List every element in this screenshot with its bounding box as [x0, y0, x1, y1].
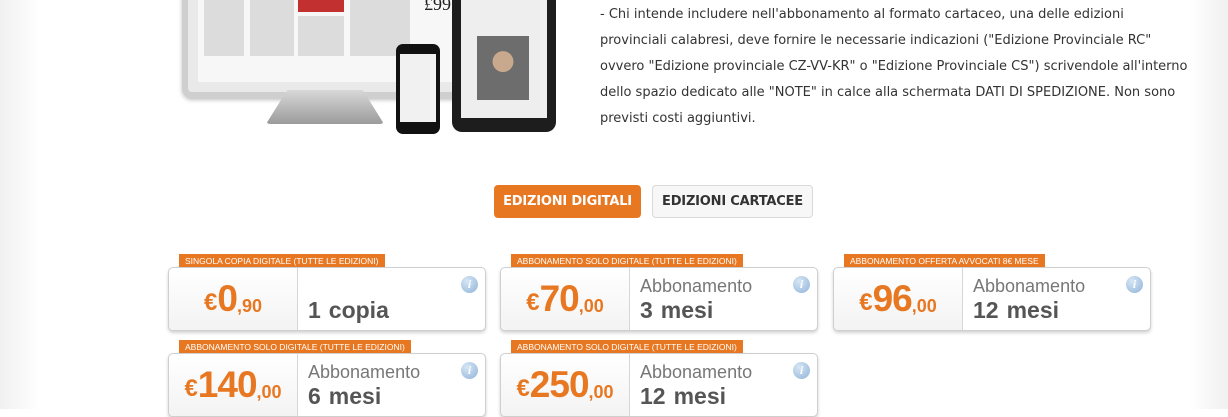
info-icon[interactable]: i [1126, 276, 1143, 293]
plan-description: 1 copia [308, 297, 389, 323]
plan-label: Abbonamento solo digitale (tutte le ediz… [511, 340, 743, 353]
shipping-note-text: - Chi intende includere nell'abbonamento… [600, 7, 1188, 126]
plan-label: Singola copia digitale (tutte le edizion… [179, 254, 385, 267]
plan-price: €140,00 [169, 354, 298, 416]
plan-label: Abbonamento solo digitale (tutte le ediz… [179, 340, 411, 353]
plan-card[interactable]: Abbonamento solo digitale (tutte le ediz… [500, 254, 818, 331]
plan-price: €250,00 [501, 354, 630, 416]
plan-card[interactable]: Abbonamento solo digitale (tutte le ediz… [168, 340, 486, 417]
plan-price: €0,90 [169, 268, 298, 330]
plan-description: Abbonamento 12 mesi [973, 276, 1086, 323]
tablet-image [452, 0, 556, 132]
plan-price: €70,00 [501, 268, 630, 330]
info-icon[interactable]: i [461, 276, 478, 293]
tab-edizioni-digitali[interactable]: EDIZIONI DIGITALI [494, 185, 641, 218]
tab-edizioni-cartacee[interactable]: EDIZIONI CARTACEE [652, 185, 813, 218]
info-icon[interactable]: i [793, 362, 810, 379]
plan-label: Abbonamento solo digitale (tutte le ediz… [511, 254, 743, 267]
plan-label: Abbonamento offerta avvocati 8€ mese [844, 254, 1045, 267]
plan-description: Abbonamento 6 mesi [308, 362, 421, 409]
plan-description: Abbonamento 12 mesi [640, 362, 753, 409]
plan-price: €96,00 [834, 268, 963, 330]
page-edge-shadow-right [1188, 0, 1228, 409]
info-icon[interactable]: i [461, 362, 478, 379]
plan-description: Abbonamento 3 mesi [640, 276, 753, 323]
phone-image [396, 44, 440, 134]
plan-card[interactable]: Singola copia digitale (tutte le edizion… [168, 254, 486, 331]
page-edge-shadow-left [0, 0, 40, 409]
plan-card[interactable]: Abbonamento offerta avvocati 8€ mese €96… [833, 254, 1151, 331]
newspaper-price: £99 [424, 0, 451, 14]
plan-card[interactable]: Abbonamento solo digitale (tutte le ediz… [500, 340, 818, 417]
devices-illustration: £99 [170, 0, 570, 140]
info-icon[interactable]: i [793, 276, 810, 293]
